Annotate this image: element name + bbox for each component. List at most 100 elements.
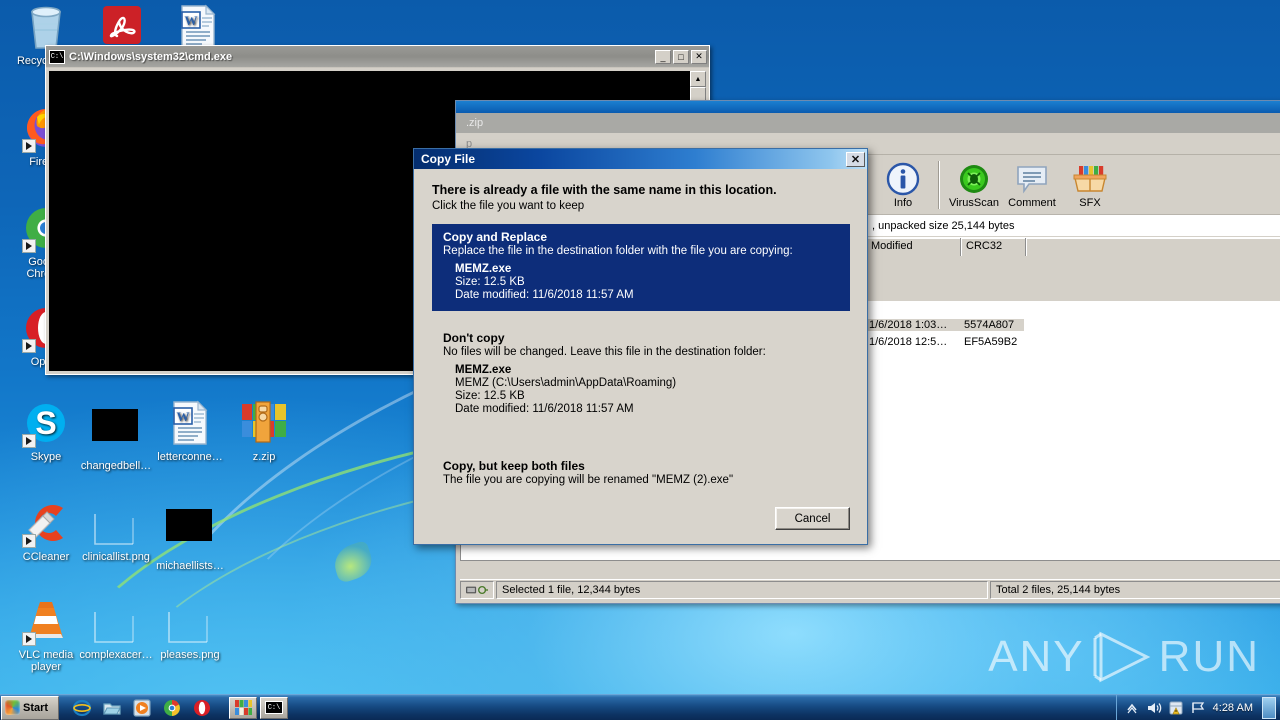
desktop-screen: Recycle Bin W Firefox [0, 0, 1280, 720]
shortcut-arrow-icon [22, 139, 36, 153]
option-description: No files will be changed. Leave this fil… [443, 346, 766, 358]
column-header-extra[interactable] [1026, 238, 1280, 256]
opera-icon[interactable] [193, 699, 211, 717]
desktop-icon-clinicallist[interactable]: clinicallist.png [78, 500, 154, 563]
volume-icon[interactable] [1147, 701, 1162, 716]
comment-icon [1003, 161, 1061, 197]
cell-modified: 1/6/2018 1:03… [864, 318, 959, 331]
action-center-icon[interactable] [1169, 701, 1184, 716]
svg-text:W: W [177, 409, 190, 424]
show-hidden-icons-icon[interactable] [1125, 701, 1140, 716]
option-copy-and-replace[interactable]: Copy and Replace Replace the file in the… [432, 224, 850, 311]
desktop-icon-label: clinicallist.png [82, 551, 150, 563]
desktop-icon-changedbell[interactable]: changedbell… [78, 400, 154, 472]
desktop-icon-label: letterconne… [157, 451, 223, 463]
scroll-up-arrow-icon[interactable]: ▲ [690, 71, 706, 87]
cell-modified: 1/6/2018 12:5… [869, 335, 948, 348]
start-button[interactable]: Start [1, 695, 59, 720]
winrar-menubar[interactable]: .zip [456, 113, 1280, 133]
show-desktop-button[interactable] [1262, 697, 1276, 719]
desktop-icon-ccleaner[interactable]: CCleaner [8, 500, 84, 563]
option-file-date: Date modified: 11/6/2018 11:57 AM [455, 403, 634, 415]
option-title: Don't copy [443, 331, 505, 345]
desktop-icon-label: michaellists… [156, 560, 224, 572]
console-icon: C:\ [49, 49, 65, 64]
toolbar-button-sfx[interactable]: SFX [1061, 159, 1119, 209]
toolbar-label-virusscan: VirusScan [949, 197, 999, 209]
cmd-close-button[interactable]: ✕ [691, 49, 707, 64]
info-icon [874, 161, 932, 197]
taskbar[interactable]: Start C:\ 4:28 AM [0, 694, 1280, 720]
option-dont-copy[interactable]: Don't copy No files will be changed. Lea… [432, 325, 850, 425]
status-left-text: Selected 1 file, 12,344 bytes [496, 580, 988, 599]
column-header-crc32[interactable]: CRC32 [961, 238, 1026, 256]
windows-explorer-icon[interactable] [103, 699, 121, 717]
shortcut-arrow-icon [22, 239, 36, 253]
desktop-icon-michaellists[interactable]: michaellists… [152, 500, 228, 572]
option-file-date: Date modified: 11/6/2018 11:57 AM [455, 289, 634, 301]
option-file-details: MEMZ.exe Size: 12.5 KB Date modified: 11… [455, 263, 840, 301]
ccleaner-icon [22, 500, 70, 548]
option-file-name: MEMZ.exe [455, 364, 512, 376]
toolbar-button-info[interactable]: Info [874, 159, 932, 209]
copy-dialog-titlebar[interactable]: Copy File ✕ [414, 149, 867, 169]
taskbar-button-winrar[interactable] [229, 696, 257, 719]
taskbar-clock[interactable]: 4:28 AM [1213, 702, 1253, 714]
media-player-icon[interactable] [133, 698, 151, 717]
copy-file-dialog[interactable]: Copy File ✕ There is already a file with… [413, 148, 868, 545]
option-file-size: Size: 12.5 KB [455, 390, 525, 402]
shortcut-arrow-icon [22, 434, 36, 448]
toolbar-label-info: Info [893, 197, 913, 209]
taskbar-button-cmd[interactable]: C:\ [260, 696, 288, 719]
blackimg-icon [166, 509, 214, 557]
system-tray[interactable]: 4:28 AM [1115, 695, 1280, 720]
cmd-title-text: C:\Windows\system32\cmd.exe [69, 50, 233, 63]
quick-launch-bar[interactable] [72, 698, 211, 717]
vlc-icon [22, 598, 70, 646]
taskbar-task-buttons[interactable]: C:\ [229, 696, 288, 719]
cell-crc32: 5574A807 [959, 318, 1024, 331]
status-icons [460, 580, 494, 599]
shortcut-arrow-icon [22, 632, 36, 646]
option-file-path: MEMZ (C:\Users\admin\AppData\Roaming) [455, 377, 677, 389]
option-description: The file you are copying will be renamed… [443, 474, 734, 486]
toolbar-button-comment[interactable]: Comment [1003, 159, 1061, 209]
option-keep-both-files[interactable]: Copy, but keep both files The file you a… [432, 453, 850, 496]
toolbar-separator [938, 161, 939, 209]
copy-dialog-subheading: Click the file you want to keep [432, 200, 585, 212]
sfx-icon [1061, 161, 1119, 197]
winrar-archive-name: .zip [466, 117, 484, 129]
toolbar-button-virusscan[interactable]: VirusScan [945, 159, 1003, 209]
chrome-icon[interactable] [163, 699, 181, 717]
cmd-minimize-button[interactable]: _ [655, 49, 671, 64]
desktop-icon-label: CCleaner [22, 551, 70, 563]
winrar-titlebar[interactable] [456, 101, 1280, 113]
start-button-label: Start [23, 701, 49, 714]
desktop-icon-letterconne[interactable]: W letterconne… [152, 400, 228, 463]
option-description: Replace the file in the destination fold… [443, 245, 793, 257]
winrar-status-bar: Selected 1 file, 12,344 bytes Total 2 fi… [460, 579, 1280, 599]
status-right-text: Total 2 files, 25,144 bytes [990, 580, 1280, 599]
desktop-icon-skype[interactable]: S Skype [8, 400, 84, 463]
desktop-icon-vlc-media-player[interactable]: VLC media player [8, 598, 84, 673]
desktop-icon-pleases-png[interactable]: pleases.png [152, 598, 228, 661]
winrar-icon [240, 400, 288, 448]
desktop-icon-z-zip[interactable]: z.zip [226, 400, 302, 463]
desktop-icon-complexacer[interactable]: complexacer… [78, 598, 154, 661]
blackimg-icon [92, 409, 140, 457]
network-icon[interactable] [1191, 701, 1206, 716]
copy-dialog-body: There is already a file with the same na… [414, 169, 867, 544]
internet-explorer-icon[interactable] [72, 699, 92, 717]
copy-dialog-title: Copy File [421, 152, 476, 166]
windows-logo-icon [5, 700, 20, 715]
desktop-icon-label: pleases.png [160, 649, 220, 661]
cmd-maximize-button[interactable]: □ [673, 49, 689, 64]
emptyimg-icon [92, 598, 140, 646]
cmd-titlebar[interactable]: C:\ C:\Windows\system32\cmd.exe _ □ ✕ [46, 46, 709, 68]
column-header-modified[interactable]: Modified [866, 238, 961, 256]
word-icon: W [166, 400, 214, 448]
toolbar-label-comment: Comment [1008, 197, 1056, 209]
virusscan-icon [945, 161, 1003, 197]
close-icon[interactable]: ✕ [846, 151, 865, 167]
cancel-button[interactable]: Cancel [775, 507, 850, 530]
